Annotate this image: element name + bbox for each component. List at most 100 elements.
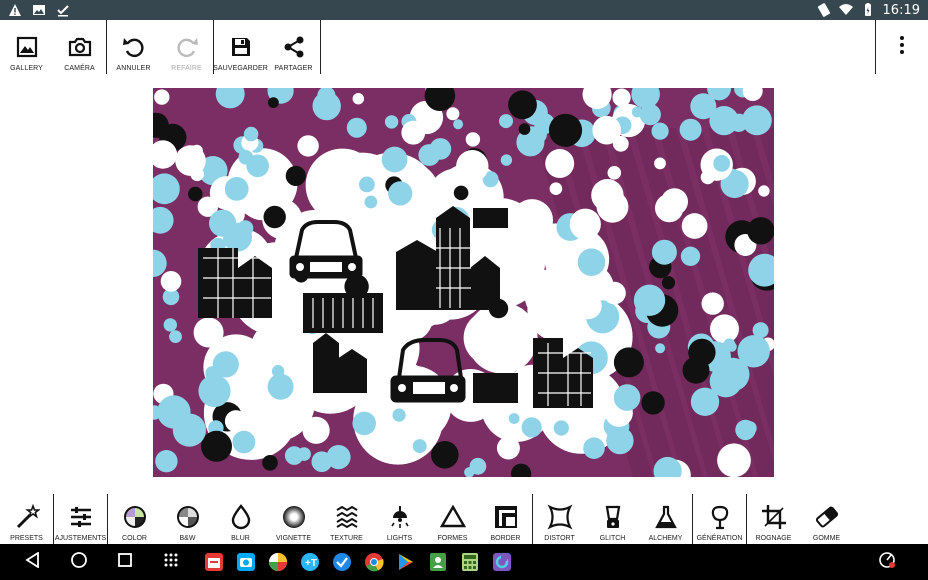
crop-icon xyxy=(761,504,787,530)
tool-bw[interactable]: B&W xyxy=(161,492,214,544)
sliders-icon xyxy=(68,504,94,530)
top-toolbar: GALLERY CAMÉRA ANNULER REFAIRE SAUVEGARD… xyxy=(0,20,928,74)
wifi-icon xyxy=(838,3,853,17)
blur-label: BLUR xyxy=(231,535,250,542)
rotate-screen-button[interactable] xyxy=(864,544,910,580)
back-button[interactable] xyxy=(10,544,56,580)
presets-label: PRESETS xyxy=(10,535,43,542)
undo-label: ANNULER xyxy=(116,65,151,72)
tool-presets[interactable]: PRESETS xyxy=(0,492,53,544)
bw-circle-icon xyxy=(175,504,201,530)
blender-icon xyxy=(600,504,626,530)
tool-eraser[interactable]: GOMME xyxy=(800,492,853,544)
adjustments-label: AJUSTEMENTS xyxy=(54,535,107,542)
artwork-image xyxy=(153,88,774,477)
tree-icon xyxy=(707,504,733,530)
save-icon xyxy=(228,34,254,60)
gallery-label: GALLERY xyxy=(10,65,43,72)
color-wheel-icon xyxy=(122,504,148,530)
share-label: PARTAGER xyxy=(274,65,313,72)
share-icon xyxy=(281,34,307,60)
share-button[interactable]: PARTAGER xyxy=(267,20,320,74)
color-label: COLOR xyxy=(122,535,147,542)
tool-shapes[interactable]: FORMES xyxy=(426,492,479,544)
save-label: SAUVEGARDER xyxy=(213,65,268,72)
alchemy-label: ALCHEMY xyxy=(648,535,683,542)
rotate-icon xyxy=(817,3,831,17)
tool-crop[interactable]: ROGNAGE xyxy=(747,492,800,544)
camera-app-icon[interactable] xyxy=(236,552,256,572)
glitch-label: GLITCH xyxy=(599,535,626,542)
eraser-label: GOMME xyxy=(812,535,841,542)
lamp-icon xyxy=(387,504,413,530)
drop-icon xyxy=(228,504,254,530)
vignette-icon xyxy=(281,504,307,530)
overflow-menu-button[interactable] xyxy=(876,20,928,74)
border-icon xyxy=(493,504,519,530)
tool-distort[interactable]: DISTORT xyxy=(533,492,586,544)
back-icon xyxy=(25,550,41,573)
tool-glitch[interactable]: GLITCH xyxy=(586,492,639,544)
eraser-icon xyxy=(814,504,840,530)
clock: 16:19 xyxy=(882,2,920,18)
camera-label: CAMÉRA xyxy=(64,65,95,72)
chrome-app-icon[interactable] xyxy=(364,552,384,572)
edited-image-canvas[interactable] xyxy=(153,88,774,477)
border-label: BORDER xyxy=(490,535,521,542)
recents-button[interactable] xyxy=(102,544,148,580)
recents-icon xyxy=(117,552,133,573)
battery-icon xyxy=(861,3,875,17)
gallery-app-icon[interactable] xyxy=(268,552,288,572)
bw-label: B&W xyxy=(179,535,196,542)
tasks-app-icon[interactable] xyxy=(332,552,352,572)
home-icon xyxy=(70,551,88,574)
redo-label: REFAIRE xyxy=(171,65,202,72)
save-button[interactable]: SAUVEGARDER xyxy=(213,20,268,74)
lights-label: LIGHTS xyxy=(386,535,413,542)
tool-vignette[interactable]: VIGNETTE xyxy=(267,492,320,544)
tool-color[interactable]: COLOR xyxy=(108,492,161,544)
magic-wand-icon xyxy=(14,504,40,530)
triangle-icon xyxy=(439,504,466,530)
bottom-tools-bar: PRESETS AJUSTEMENTS COLOR B&W BLUR VIGNE… xyxy=(0,492,928,544)
svg-text:+T: +T xyxy=(305,558,317,569)
app-grid-icon xyxy=(163,552,179,573)
calendar-app-icon[interactable] xyxy=(204,552,224,572)
gallery-button[interactable]: GALLERY xyxy=(0,20,53,74)
camera-icon xyxy=(67,34,93,60)
tool-generation[interactable]: GÉNÉRATION xyxy=(693,492,746,544)
more-vert-icon xyxy=(899,35,905,60)
crop-label: ROGNAGE xyxy=(755,535,792,542)
distort-icon xyxy=(547,504,573,530)
tool-border[interactable]: BORDER xyxy=(479,492,532,544)
flask-icon xyxy=(653,504,679,530)
generation-label: GÉNÉRATION xyxy=(696,535,743,542)
translate-app-icon[interactable]: +T xyxy=(300,552,320,572)
app-drawer-button[interactable] xyxy=(148,544,194,580)
tool-lights[interactable]: LIGHTS xyxy=(373,492,426,544)
texture-icon xyxy=(334,504,360,530)
camera-button[interactable]: CAMÉRA xyxy=(53,20,106,74)
home-button[interactable] xyxy=(56,544,102,580)
image-icon xyxy=(32,3,46,17)
tool-blur[interactable]: BLUR xyxy=(214,492,267,544)
calculator-app-icon[interactable] xyxy=(460,552,480,572)
check-icon xyxy=(56,3,70,17)
photo-editor-app-icon[interactable] xyxy=(492,552,512,572)
vignette-label: VIGNETTE xyxy=(275,535,311,542)
shapes-label: FORMES xyxy=(437,535,468,542)
tool-alchemy[interactable]: ALCHEMY xyxy=(639,492,692,544)
redo-icon xyxy=(174,34,200,60)
screen-rotation-icon xyxy=(878,551,896,574)
tool-adjustments[interactable]: AJUSTEMENTS xyxy=(54,492,107,544)
redo-button[interactable]: REFAIRE xyxy=(160,20,213,74)
contacts-app-icon[interactable] xyxy=(428,552,448,572)
play-store-app-icon[interactable] xyxy=(396,552,416,572)
app-dock: +T xyxy=(204,552,512,572)
texture-label: TEXTURE xyxy=(330,535,363,542)
undo-button[interactable]: ANNULER xyxy=(107,20,160,74)
undo-icon xyxy=(121,34,147,60)
tool-texture[interactable]: TEXTURE xyxy=(320,492,373,544)
warning-icon xyxy=(8,3,22,17)
navigation-bar: +T xyxy=(0,544,928,580)
